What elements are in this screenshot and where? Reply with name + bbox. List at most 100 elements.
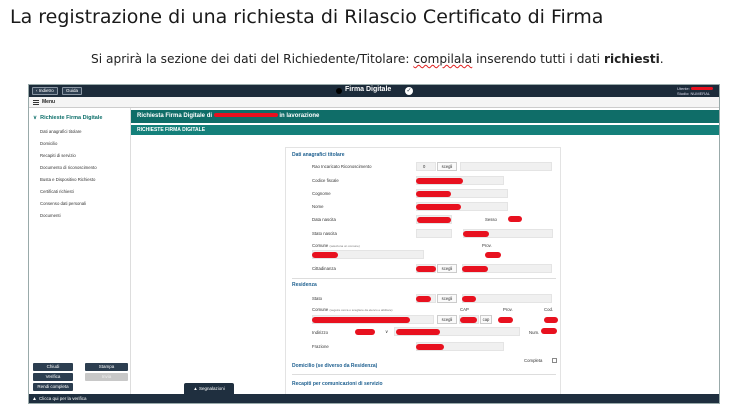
- comune-hint: (seleziona un comune): [329, 244, 360, 248]
- redacted-mark: [460, 317, 477, 323]
- studio-label: Studio: NUMERAL: [676, 91, 711, 96]
- sidebar-item-domicilio[interactable]: Domicilio: [40, 141, 57, 146]
- warning-icon: ▲: [32, 396, 37, 402]
- redacted-mark: [485, 252, 501, 258]
- sidebar-header-label: Richieste Firma Digitale: [40, 115, 103, 121]
- redacted-mark: [416, 191, 451, 197]
- rendi-completa-button[interactable]: Rendi completa: [33, 383, 73, 391]
- section-titolare: Dati anagrafici titolare: [292, 152, 345, 158]
- check-icon: ✓: [405, 87, 413, 95]
- cittadinanza-label: Cittadinanza: [312, 266, 336, 271]
- data-nascita-label: Data nascita: [312, 217, 336, 222]
- cap-button[interactable]: cap: [480, 315, 492, 324]
- redacted-mark: [312, 317, 410, 323]
- brand-logo-icon: [336, 88, 342, 94]
- bottom-bar: ▲ Clicca qui per la verifica: [29, 394, 719, 403]
- redacted-mark: [541, 328, 557, 334]
- section-divider: [292, 374, 556, 375]
- section-divider: [292, 278, 556, 279]
- chevron-down-icon: ∨: [33, 115, 38, 121]
- rao-field[interactable]: 0: [416, 162, 436, 171]
- redacted-mark: [544, 317, 558, 323]
- sidebar-item-consenso[interactable]: Consenso dati personali: [40, 201, 86, 206]
- rao-scegli-button[interactable]: scegli: [437, 162, 457, 171]
- stato-scegli-button[interactable]: scegli: [437, 294, 457, 303]
- sidebar-item-dati-anagrafici[interactable]: Dati anagrafici titolare: [40, 129, 82, 134]
- sidebar-item-busta[interactable]: Busta e Dispositivo Richiesto: [40, 177, 95, 182]
- subtitle-text-bold: richiesti: [603, 52, 660, 66]
- subtitle-text-middle: inserendo tutti i dati: [472, 52, 604, 66]
- chiudi-button[interactable]: Chiudi: [33, 363, 73, 371]
- completa-checkbox[interactable]: [552, 358, 557, 363]
- titolare-form: Dati anagrafici titolare Rao Incaricato …: [285, 147, 561, 395]
- redacted-mark: [312, 252, 338, 258]
- request-title: Richiesta Firma Digitale di in lavorazio…: [137, 113, 319, 119]
- app-screenshot: ‹ Indietro Guida Firma Digitale ✓ Utente…: [28, 84, 720, 404]
- comune-scegli-button[interactable]: scegli: [437, 315, 457, 324]
- cittadinanza-scegli-button[interactable]: scegli: [437, 264, 457, 273]
- guide-button[interactable]: Guida: [62, 87, 83, 95]
- completa-label: Completa: [524, 358, 543, 363]
- sidebar-header[interactable]: ∨ Richieste Firma Digitale: [33, 115, 102, 121]
- hamburger-icon[interactable]: [33, 100, 39, 105]
- redacted-mark: [462, 266, 488, 272]
- slide-subtitle: Si aprirà la sezione dei dati del Richie…: [91, 52, 664, 66]
- slide-title: La registrazione di una richiesta di Ril…: [10, 6, 604, 28]
- sidebar-item-documento[interactable]: Documento di riconoscimento: [40, 165, 97, 170]
- stato-nascita-label: Stato nascita: [312, 231, 337, 236]
- redacted-mark: [355, 329, 375, 335]
- redacted-mark: [498, 317, 513, 323]
- verifica-hint[interactable]: Clicca qui per la verifica: [39, 396, 87, 401]
- subtitle-text-end: .: [659, 52, 664, 66]
- redacted-mark: [691, 87, 713, 91]
- comune-nascita-label: Comune (seleziona un comune): [312, 243, 360, 248]
- request-title-prefix: Richiesta Firma Digitale di: [137, 113, 213, 119]
- chevron-up-icon: ▲: [193, 386, 198, 391]
- sidebar: ∨ Richieste Firma Digitale Dati anagrafi…: [29, 108, 131, 394]
- request-header: Richiesta Firma Digitale di in lavorazio…: [131, 110, 719, 123]
- chevron-down-icon[interactable]: ∨: [385, 329, 388, 335]
- segnalazioni-tab[interactable]: ▲ Segnalazioni: [184, 383, 234, 394]
- section-subheader: RICHIESTE FIRMA DIGITALE: [131, 125, 719, 135]
- subtitle-text-compilala: compilala: [413, 52, 473, 66]
- section-recapiti: Recapiti per comunicazioni di servizio: [292, 381, 383, 387]
- comune-label-text: Comune: [312, 307, 329, 312]
- segnalazioni-label: Segnalazioni: [198, 386, 225, 391]
- rao-label: Rao Incaricato Riconoscimento: [312, 164, 372, 169]
- redacted-mark: [463, 231, 489, 237]
- redacted-mark: [417, 217, 451, 223]
- stato-nascita-code-field[interactable]: [416, 229, 452, 238]
- redacted-mark: [416, 204, 461, 210]
- redacted-mark: [213, 113, 278, 118]
- nome-label: Nome: [312, 204, 324, 209]
- prov-label: Prov.: [482, 243, 492, 248]
- section-subheader-label: RICHIESTE FIRMA DIGITALE: [137, 127, 206, 133]
- redacted-mark: [416, 296, 431, 302]
- redacted-mark: [416, 266, 436, 272]
- request-title-suffix: in lavorazione: [279, 113, 320, 119]
- stampa-button[interactable]: Stampa: [85, 363, 128, 371]
- back-button[interactable]: ‹ Indietro: [32, 87, 58, 95]
- redacted-mark: [396, 329, 440, 335]
- verifica-button[interactable]: Verifica: [33, 373, 73, 381]
- cap-label: CAP: [460, 307, 469, 312]
- menu-label[interactable]: Menu: [42, 99, 55, 105]
- top-bar: ‹ Indietro Guida Firma Digitale ✓ Utente…: [29, 85, 719, 97]
- frazione-label: Frazione: [312, 344, 329, 349]
- cod-label: Cod.: [544, 307, 554, 312]
- user-info: Utente: Studio: NUMERAL: [677, 86, 713, 96]
- codice-fiscale-label: Codice fiscale: [312, 178, 339, 183]
- rao-name-field[interactable]: [460, 162, 552, 171]
- redacted-mark: [416, 344, 444, 350]
- sidebar-item-certificati[interactable]: Certificati richiesti: [40, 189, 74, 194]
- menu-bar: Menu: [29, 97, 719, 108]
- invia-button[interactable]: Invia: [85, 373, 128, 381]
- prov-residenza-label: Prov.: [503, 307, 513, 312]
- brand-title: Firma Digitale: [345, 86, 392, 93]
- section-residenza: Residenza: [292, 282, 317, 288]
- section-domicilio: Domicilio (se diverso da Residenza): [292, 363, 378, 369]
- comune-label-text: Comune: [312, 243, 329, 248]
- sidebar-item-recapiti[interactable]: Recapiti di servizio: [40, 153, 76, 158]
- sidebar-item-documenti[interactable]: Documenti: [40, 213, 61, 218]
- indirizzo-label: Indirizzo: [312, 330, 329, 335]
